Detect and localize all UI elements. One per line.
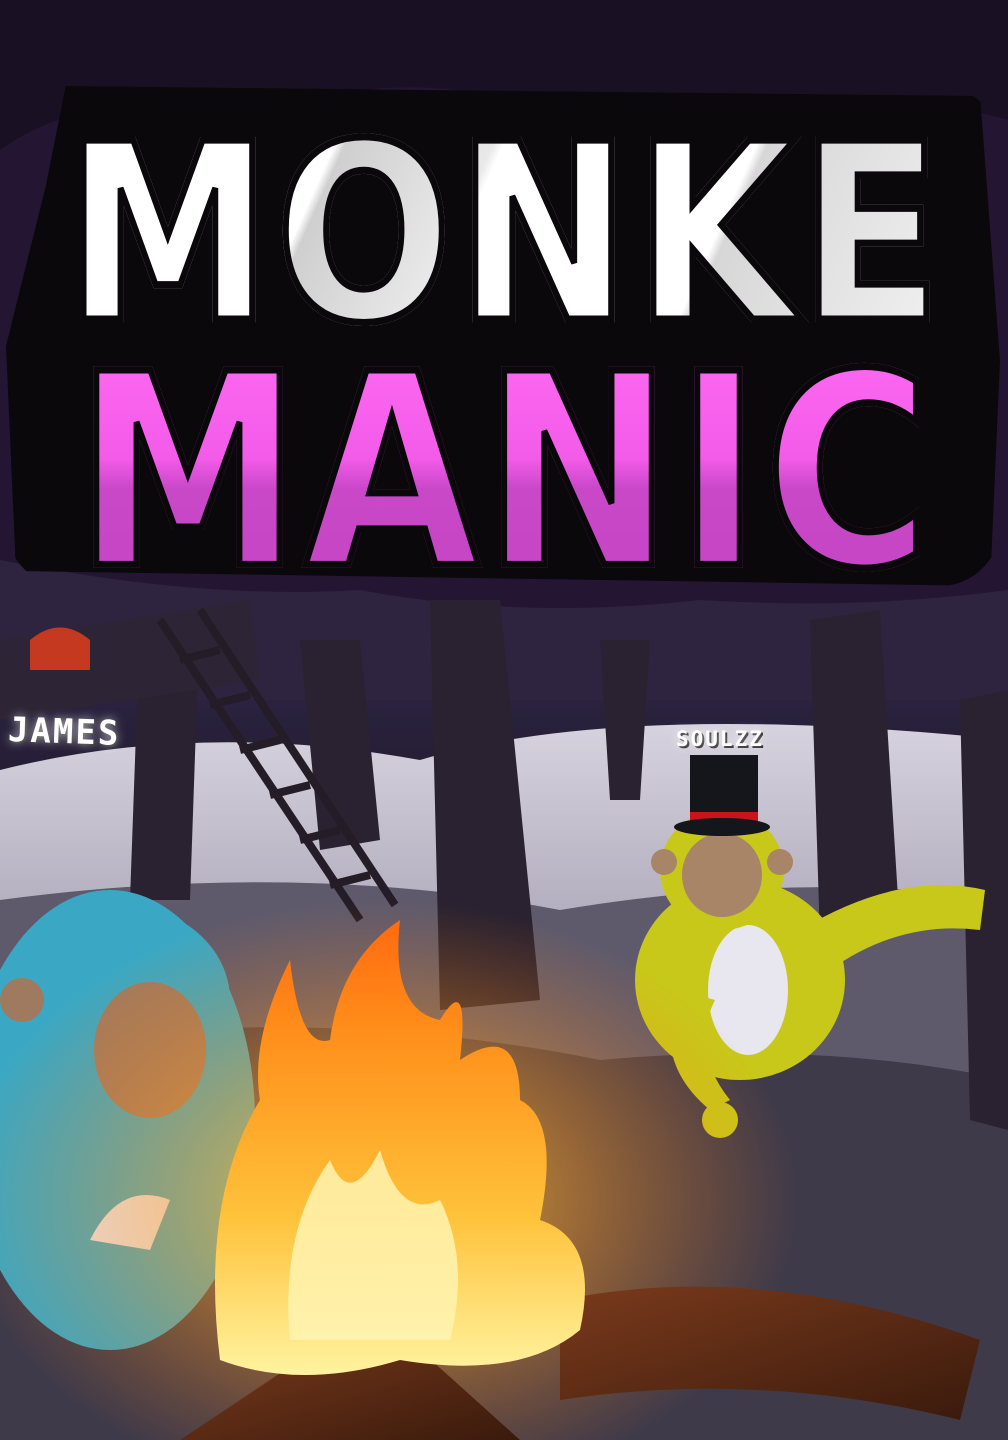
player-nametag-james: JAMES <box>7 710 122 754</box>
logo-title-line2: MANIC <box>20 322 990 624</box>
player-nametag-soulzz: SOULZZ <box>676 727 764 751</box>
game-cover: MONKE MANIC JAMES SOULZZ <box>0 0 1008 1440</box>
game-logo: MONKE MANIC <box>0 86 1008 624</box>
